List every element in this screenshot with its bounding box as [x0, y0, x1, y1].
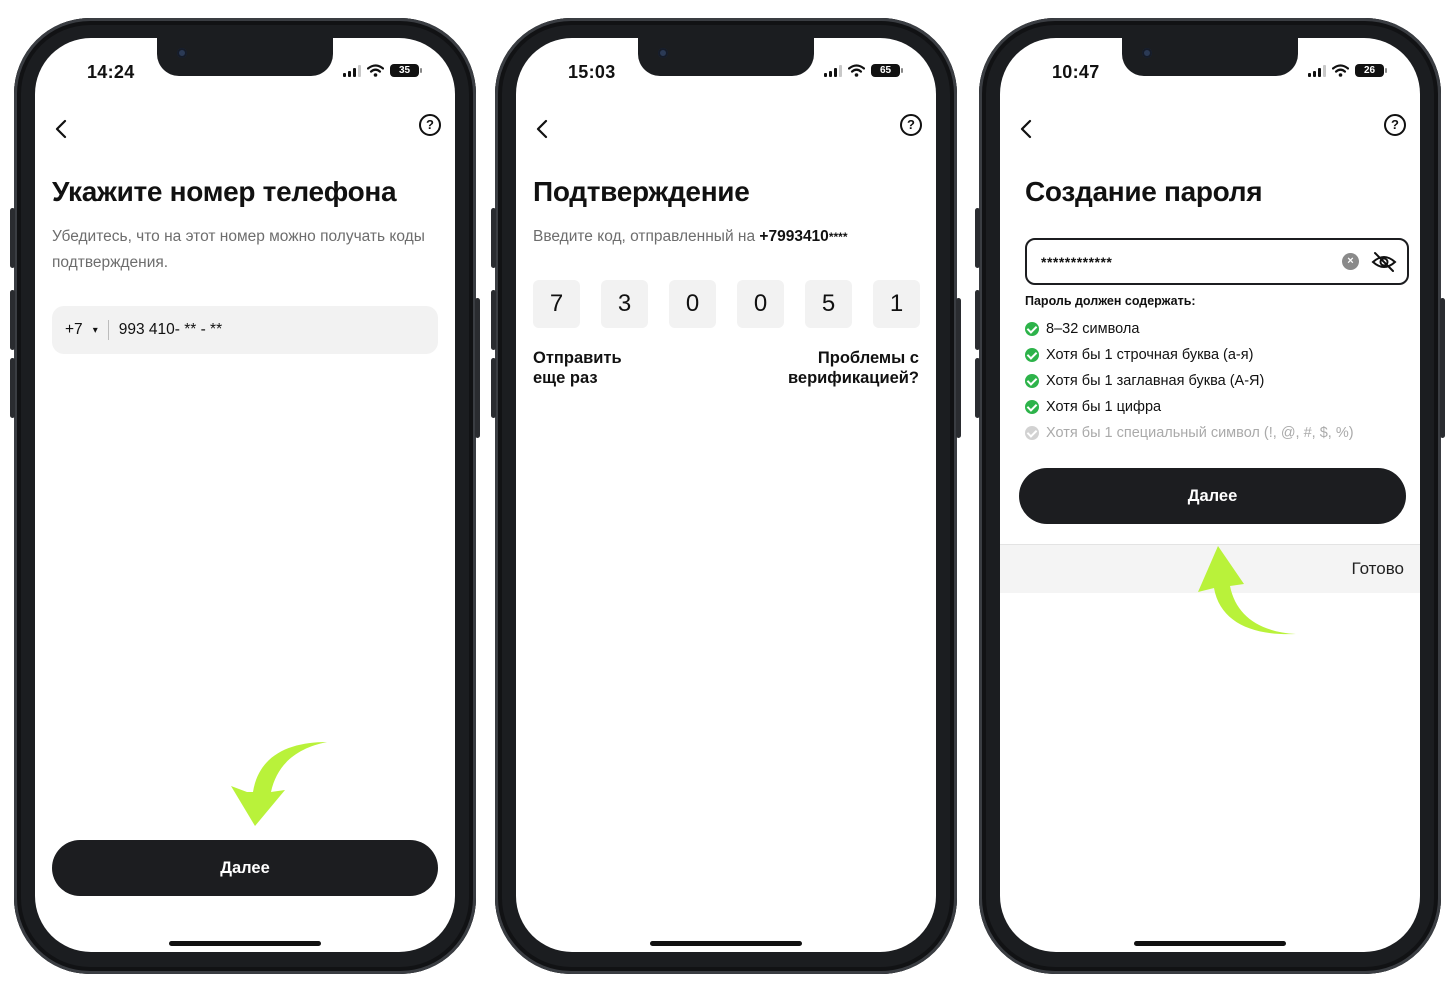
password-rules-title: Пароль должен содержать:: [1025, 294, 1196, 308]
chevron-left-icon[interactable]: [1016, 118, 1038, 140]
question-circle-icon[interactable]: ?: [419, 114, 441, 136]
password-rule: 8–32 символа: [1025, 316, 1354, 342]
phone-screen-1: 14:24 35 ? Укажите номер телефона Убедит…: [35, 38, 455, 952]
password-rule: Хотя бы 1 цифра: [1025, 394, 1354, 420]
highlight-arrow-icon: [1198, 546, 1296, 635]
password-rule: Хотя бы 1 заглавная буква (А-Я): [1025, 368, 1354, 394]
otp-digit[interactable]: 0: [737, 280, 784, 328]
check-circle-icon: [1025, 426, 1039, 440]
page-title: Подтверждение: [533, 176, 750, 207]
otp-digit[interactable]: 0: [669, 280, 716, 328]
phone-number-input[interactable]: +7 ▾ 993 410- ** - **: [52, 306, 438, 354]
phone-frame-3: 10:47 26 ? Создание пароля ************ …: [975, 18, 1445, 974]
otp-digit[interactable]: 3: [601, 280, 648, 328]
front-camera-icon: [177, 48, 187, 58]
check-circle-icon: [1025, 374, 1039, 388]
password-rules-list: 8–32 символа Хотя бы 1 строчная буква (а…: [1025, 316, 1354, 446]
question-circle-icon[interactable]: ?: [900, 114, 922, 136]
wifi-icon: [367, 64, 384, 77]
resend-code-link[interactable]: Отправить еще раз: [533, 348, 622, 388]
phone-screen-2: 15:03 65 ? Подтверждение Введите код, от…: [516, 38, 936, 952]
notch: [638, 38, 814, 76]
cellular-signal-icon: [343, 64, 361, 77]
status-icons: 65: [824, 64, 903, 77]
password-rule-text: Хотя бы 1 цифра: [1046, 399, 1162, 415]
eye-off-icon[interactable]: [1371, 250, 1397, 274]
page-subtitle: Убедитесь, что на этот номер можно получ…: [52, 228, 425, 271]
front-camera-icon: [1142, 48, 1152, 58]
problems-line-1: Проблемы с: [817, 349, 919, 367]
next-button[interactable]: Далее: [52, 840, 438, 896]
password-rule-text: Хотя бы 1 строчная буква (а-я): [1046, 347, 1254, 363]
password-value: ************: [1041, 253, 1113, 270]
battery-icon: 35: [390, 64, 422, 77]
password-input[interactable]: ************ ×: [1025, 238, 1409, 285]
notch: [157, 38, 333, 76]
caret-down-icon: ▾: [92, 324, 98, 336]
password-rule: Хотя бы 1 строчная буква (а-я): [1025, 342, 1354, 368]
highlight-arrow-icon: [231, 742, 327, 826]
phone-number-value: 993 410- ** - **: [118, 321, 223, 338]
battery-icon: 26: [1355, 64, 1387, 77]
otp-digit[interactable]: 5: [805, 280, 852, 328]
status-icons: 26: [1308, 64, 1387, 77]
otp-code-input[interactable]: 7 3 0 0 5 1: [533, 280, 920, 328]
page-title: Создание пароля: [1025, 176, 1263, 207]
check-circle-icon: [1025, 348, 1039, 362]
subtitle-text: Введите код, отправленный на: [533, 228, 760, 245]
verification-problems-link[interactable]: Проблемы с верификацией?: [788, 348, 919, 388]
check-circle-icon: [1025, 400, 1039, 414]
subtitle-phone: +7993410: [759, 228, 829, 245]
status-time: 14:24: [87, 62, 135, 82]
password-rule-text: 8–32 символа: [1046, 321, 1140, 337]
phone-screen-3: 10:47 26 ? Создание пароля ************ …: [1000, 38, 1420, 952]
status-icons: 35: [343, 64, 422, 77]
chevron-left-icon[interactable]: [51, 118, 73, 140]
keyboard-done-button[interactable]: Готово: [1352, 559, 1405, 579]
cellular-signal-icon: [1308, 64, 1326, 77]
password-rule-text: Хотя бы 1 специальный символ (!, @, #, $…: [1046, 425, 1354, 441]
phone-frame-1: 14:24 35 ? Укажите номер телефона Убедит…: [10, 18, 480, 974]
password-rule-text: Хотя бы 1 заглавная буква (А-Я): [1046, 373, 1265, 389]
country-code-selector[interactable]: +7 ▾: [52, 320, 109, 340]
status-time: 15:03: [568, 62, 616, 82]
battery-icon: 65: [871, 64, 903, 77]
problems-line-2: верификацией?: [787, 369, 919, 387]
wifi-icon: [1332, 64, 1349, 77]
wifi-icon: [848, 64, 865, 77]
notch: [1122, 38, 1298, 76]
check-circle-icon: [1025, 322, 1039, 336]
home-indicator[interactable]: [650, 941, 802, 946]
resend-line-1: Отправить: [533, 349, 622, 367]
chevron-left-icon[interactable]: [532, 118, 554, 140]
next-button[interactable]: Далее: [1019, 468, 1406, 524]
otp-digit[interactable]: 1: [873, 280, 920, 328]
phone-frame-2: 15:03 65 ? Подтверждение Введите код, от…: [491, 18, 961, 974]
home-indicator[interactable]: [1134, 941, 1286, 946]
page-title: Укажите номер телефона: [52, 176, 397, 207]
password-rule: Хотя бы 1 специальный символ (!, @, #, $…: [1025, 420, 1354, 446]
country-code: +7: [65, 321, 83, 338]
cellular-signal-icon: [824, 64, 842, 77]
resend-line-2: еще раз: [533, 369, 598, 387]
subtitle-phone-mask: ****: [828, 230, 848, 244]
clear-icon[interactable]: ×: [1342, 253, 1359, 270]
home-indicator[interactable]: [169, 941, 321, 946]
otp-digit[interactable]: 7: [533, 280, 580, 328]
front-camera-icon: [658, 48, 668, 58]
status-time: 10:47: [1052, 62, 1100, 82]
question-circle-icon[interactable]: ?: [1384, 114, 1406, 136]
page-subtitle: Введите код, отправленный на +7993410***…: [533, 224, 913, 250]
